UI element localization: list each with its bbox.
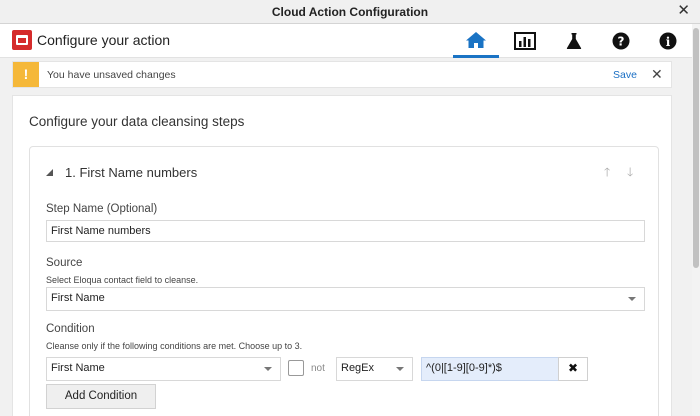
window-title: Cloud Action Configuration bbox=[271, 5, 429, 19]
add-condition-button[interactable]: Add Condition bbox=[46, 384, 156, 409]
nav-help[interactable]: ? bbox=[598, 24, 644, 58]
condition-hint: Cleanse only if the following conditions… bbox=[46, 341, 303, 351]
condition-label: Condition bbox=[46, 323, 95, 335]
source-hint: Select Eloqua contact field to cleanse. bbox=[46, 275, 199, 285]
help-icon: ? bbox=[612, 32, 630, 50]
condition-operator-select[interactable]: RegEx bbox=[336, 357, 413, 381]
vertical-scrollbar[interactable] bbox=[692, 24, 700, 416]
nav-info[interactable]: i bbox=[645, 24, 691, 58]
app-header: Configure your action ? i bbox=[0, 24, 692, 58]
panel-title: Configure your data cleansing steps bbox=[29, 114, 245, 129]
chevron-down-icon bbox=[396, 367, 404, 371]
svg-text:i: i bbox=[666, 35, 671, 49]
svg-text:?: ? bbox=[618, 35, 625, 49]
window-titlebar: Cloud Action Configuration ✕ bbox=[0, 0, 700, 24]
banner-message: You have unsaved changes bbox=[47, 69, 176, 81]
warning-icon: ! bbox=[13, 62, 39, 87]
bar-chart-icon bbox=[514, 32, 536, 50]
app-logo-icon bbox=[12, 30, 32, 50]
banner-close-icon[interactable]: ✕ bbox=[651, 66, 663, 83]
info-icon: i bbox=[659, 32, 677, 50]
unsaved-changes-banner: ! You have unsaved changes Save ✕ bbox=[12, 61, 672, 88]
nav-reports[interactable] bbox=[502, 24, 548, 58]
source-label: Source bbox=[46, 257, 83, 269]
window-close-button[interactable]: ✕ bbox=[677, 3, 690, 19]
chevron-down-icon bbox=[628, 297, 636, 301]
condition-field-value: First Name bbox=[51, 362, 105, 374]
not-label: not bbox=[311, 363, 325, 374]
step-title: 1. First Name numbers bbox=[65, 165, 198, 180]
close-icon: ✖ bbox=[567, 361, 579, 375]
step-name-label: Step Name (Optional) bbox=[46, 203, 158, 215]
home-icon bbox=[466, 31, 486, 48]
not-checkbox[interactable] bbox=[288, 360, 304, 376]
source-select-value: First Name bbox=[51, 292, 105, 304]
condition-operator-value: RegEx bbox=[341, 362, 375, 374]
move-up-arrow-icon[interactable]: 🡑 bbox=[604, 163, 610, 184]
move-down-arrow-icon[interactable]: 🡓 bbox=[627, 163, 633, 184]
step-name-input[interactable]: First Name numbers bbox=[46, 220, 645, 242]
scrollbar-thumb[interactable] bbox=[693, 28, 699, 268]
remove-condition-button[interactable]: ✖ bbox=[558, 357, 588, 381]
flask-icon bbox=[566, 33, 582, 49]
save-link[interactable]: Save bbox=[613, 69, 637, 81]
page-title: Configure your action bbox=[37, 32, 171, 48]
nav-home[interactable] bbox=[453, 24, 499, 58]
source-select[interactable]: First Name bbox=[46, 287, 645, 311]
condition-value-input[interactable]: ^(0|[1-9][0-9]*)$ bbox=[421, 357, 560, 381]
step-card: 1. First Name numbers 🡑 🡓 Step Name (Opt… bbox=[29, 146, 659, 416]
cleansing-steps-panel: Configure your data cleansing steps 1. F… bbox=[12, 95, 672, 416]
condition-field-select[interactable]: First Name bbox=[46, 357, 281, 381]
collapse-triangle-icon[interactable] bbox=[46, 169, 53, 176]
nav-test[interactable] bbox=[551, 24, 597, 58]
chevron-down-icon bbox=[264, 367, 272, 371]
